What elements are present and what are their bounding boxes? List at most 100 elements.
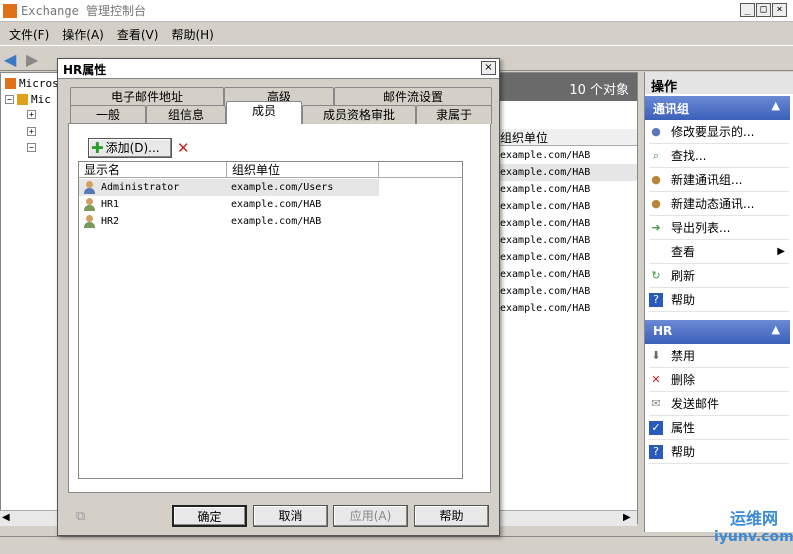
action-find[interactable]: ⌕ 查找... bbox=[649, 144, 789, 168]
tree-node[interactable]: + bbox=[27, 127, 36, 136]
export-icon: ➜ bbox=[651, 220, 661, 234]
tree-node[interactable]: − Mic bbox=[5, 93, 51, 106]
column-header-display-name[interactable]: 显示名 bbox=[79, 162, 227, 177]
properties-dialog: HR属性 × 电子邮件地址 高级 邮件流设置 一般 组信息 成员 成员资格审批 … bbox=[57, 58, 500, 536]
tree-node[interactable]: + bbox=[27, 110, 36, 119]
list-item[interactable]: example.com/HAB bbox=[496, 147, 637, 164]
action-help-hr[interactable]: ? 帮助 bbox=[649, 440, 789, 464]
tab-group-info[interactable]: 组信息 bbox=[146, 105, 226, 124]
column-header-ou[interactable]: 组织单位 bbox=[227, 162, 379, 177]
list-item[interactable]: example.com/HAB bbox=[496, 181, 637, 198]
collapse-icon[interactable]: ▲ bbox=[772, 323, 780, 336]
list-item[interactable]: example.com/HAB bbox=[496, 198, 637, 215]
main-window: Exchange 管理控制台 _ □ × 文件(F) 操作(A) 查看(V) 帮… bbox=[0, 0, 793, 554]
watermark: 运维网 iyunv.com bbox=[714, 509, 793, 545]
list-item[interactable]: example.com/HAB bbox=[496, 164, 637, 181]
add-member-button[interactable]: ✚ 添加(D)... bbox=[88, 138, 172, 158]
forward-arrow-icon[interactable]: ▶ bbox=[26, 50, 38, 69]
action-disable[interactable]: ⬇ 禁用 bbox=[649, 344, 789, 368]
find-icon: ⌕ bbox=[652, 148, 660, 162]
help-icon: ? bbox=[649, 444, 663, 459]
action-new-group[interactable]: ● 新建通讯组... bbox=[649, 168, 789, 192]
window-title: Exchange 管理控制台 bbox=[21, 4, 147, 18]
list-item[interactable]: example.com/HAB bbox=[496, 266, 637, 283]
table-row[interactable]: Administrator example.com/Users bbox=[79, 179, 379, 196]
action-send-mail[interactable]: ✉ 发送邮件 bbox=[649, 392, 789, 416]
minimize-button[interactable]: _ bbox=[740, 3, 755, 17]
tab-member-of[interactable]: 隶属于 bbox=[416, 105, 492, 124]
collapse-icon[interactable]: ▲ bbox=[772, 99, 780, 112]
submenu-arrow-icon: ▶ bbox=[777, 246, 785, 257]
tree-root[interactable]: Micros bbox=[5, 77, 59, 90]
menu-file[interactable]: 文件(F) bbox=[9, 26, 49, 43]
list-item[interactable]: example.com/HAB bbox=[496, 232, 637, 249]
ok-button[interactable]: 确定 bbox=[172, 505, 247, 527]
action-help[interactable]: ? 帮助 bbox=[649, 288, 789, 312]
menu-help[interactable]: 帮助(H) bbox=[171, 26, 213, 43]
exchange-icon bbox=[5, 78, 16, 89]
help-button[interactable]: 帮助 bbox=[414, 505, 489, 527]
apply-button[interactable]: 应用(A) bbox=[333, 505, 408, 527]
tab-membership-approval[interactable]: 成员资格审批 bbox=[302, 105, 416, 124]
help-icon: ? bbox=[649, 292, 663, 307]
tab-general[interactable]: 一般 bbox=[70, 105, 146, 124]
dialog-title: HR属性 bbox=[58, 59, 499, 79]
expand-icon[interactable]: + bbox=[27, 127, 36, 136]
action-refresh[interactable]: ↻ 刷新 bbox=[649, 264, 789, 288]
actions-pane: 操作 通讯组 ▲ ● 修改要显示的... ⌕ 查找... ● 新建通讯组... ● 新建… bbox=[644, 72, 793, 532]
disable-icon: ⬇ bbox=[651, 348, 661, 362]
dialog-help-context-icon: ⧉ bbox=[76, 509, 86, 524]
action-modify-display[interactable]: ● 修改要显示的... bbox=[649, 120, 789, 144]
tree-node[interactable]: − bbox=[27, 143, 36, 152]
person-icon: ● bbox=[651, 124, 661, 138]
collapse-icon[interactable]: − bbox=[27, 143, 36, 152]
grid-header: 显示名 组织单位 bbox=[79, 162, 462, 178]
group-icon: ● bbox=[651, 172, 661, 186]
app-icon bbox=[3, 3, 17, 18]
user-icon bbox=[83, 215, 97, 228]
menu-bar: 文件(F) 操作(A) 查看(V) 帮助(H) bbox=[0, 23, 793, 45]
list-item[interactable]: example.com/HAB bbox=[496, 215, 637, 232]
action-new-dynamic-group[interactable]: ● 新建动态通讯... bbox=[649, 192, 789, 216]
result-pane: 10 个对象 组织单位 example.com/HAB example.com/… bbox=[495, 72, 638, 524]
close-button[interactable]: × bbox=[772, 3, 787, 17]
action-export-list[interactable]: ➜ 导出列表... bbox=[649, 216, 789, 240]
section-distribution-group[interactable]: 通讯组 ▲ bbox=[645, 96, 790, 120]
refresh-icon: ↻ bbox=[651, 268, 661, 282]
scroll-left-icon[interactable]: ◀ bbox=[2, 512, 10, 523]
section-hr[interactable]: HR ▲ bbox=[645, 320, 790, 344]
menu-action[interactable]: 操作(A) bbox=[62, 26, 104, 43]
properties-icon: ✓ bbox=[649, 420, 663, 435]
admin-user-icon bbox=[83, 181, 97, 194]
collapse-icon[interactable]: − bbox=[5, 95, 14, 104]
maximize-button[interactable]: □ bbox=[756, 3, 771, 17]
column-header-ou[interactable]: 组织单位 bbox=[496, 129, 637, 146]
expand-icon[interactable]: + bbox=[27, 110, 36, 119]
exchange-icon bbox=[17, 94, 28, 105]
menu-view[interactable]: 查看(V) bbox=[117, 26, 159, 43]
tab-email-addresses[interactable]: 电子邮件地址 bbox=[70, 87, 224, 106]
cancel-button[interactable]: 取消 bbox=[253, 505, 328, 527]
user-icon bbox=[83, 198, 97, 211]
dialog-close-button[interactable]: × bbox=[481, 61, 496, 75]
action-properties[interactable]: ✓ 属性 bbox=[649, 416, 789, 440]
back-arrow-icon[interactable]: ◀ bbox=[4, 50, 16, 69]
mail-icon: ✉ bbox=[651, 396, 661, 410]
remove-icon[interactable]: ✕ bbox=[177, 139, 190, 157]
tab-mail-flow[interactable]: 邮件流设置 bbox=[334, 87, 492, 106]
list-item[interactable]: example.com/HAB bbox=[496, 300, 637, 317]
group-icon: ● bbox=[651, 196, 661, 210]
object-count: 10 个对象 bbox=[496, 73, 637, 101]
tab-members[interactable]: 成员 bbox=[226, 101, 302, 124]
status-bar bbox=[0, 536, 793, 554]
blank-icon bbox=[649, 245, 663, 259]
list-item[interactable]: example.com/HAB bbox=[496, 249, 637, 266]
table-row[interactable]: HR2 example.com/HAB bbox=[79, 213, 379, 230]
window-titlebar: Exchange 管理控制台 _ □ × bbox=[0, 0, 793, 22]
action-view[interactable]: 查看 ▶ bbox=[649, 240, 789, 264]
list-item[interactable]: example.com/HAB bbox=[496, 283, 637, 300]
action-delete[interactable]: ✕ 删除 bbox=[649, 368, 789, 392]
scroll-right-icon[interactable]: ▶ bbox=[623, 512, 631, 523]
table-row[interactable]: HR1 example.com/HAB bbox=[79, 196, 379, 213]
delete-icon: ✕ bbox=[651, 372, 661, 386]
